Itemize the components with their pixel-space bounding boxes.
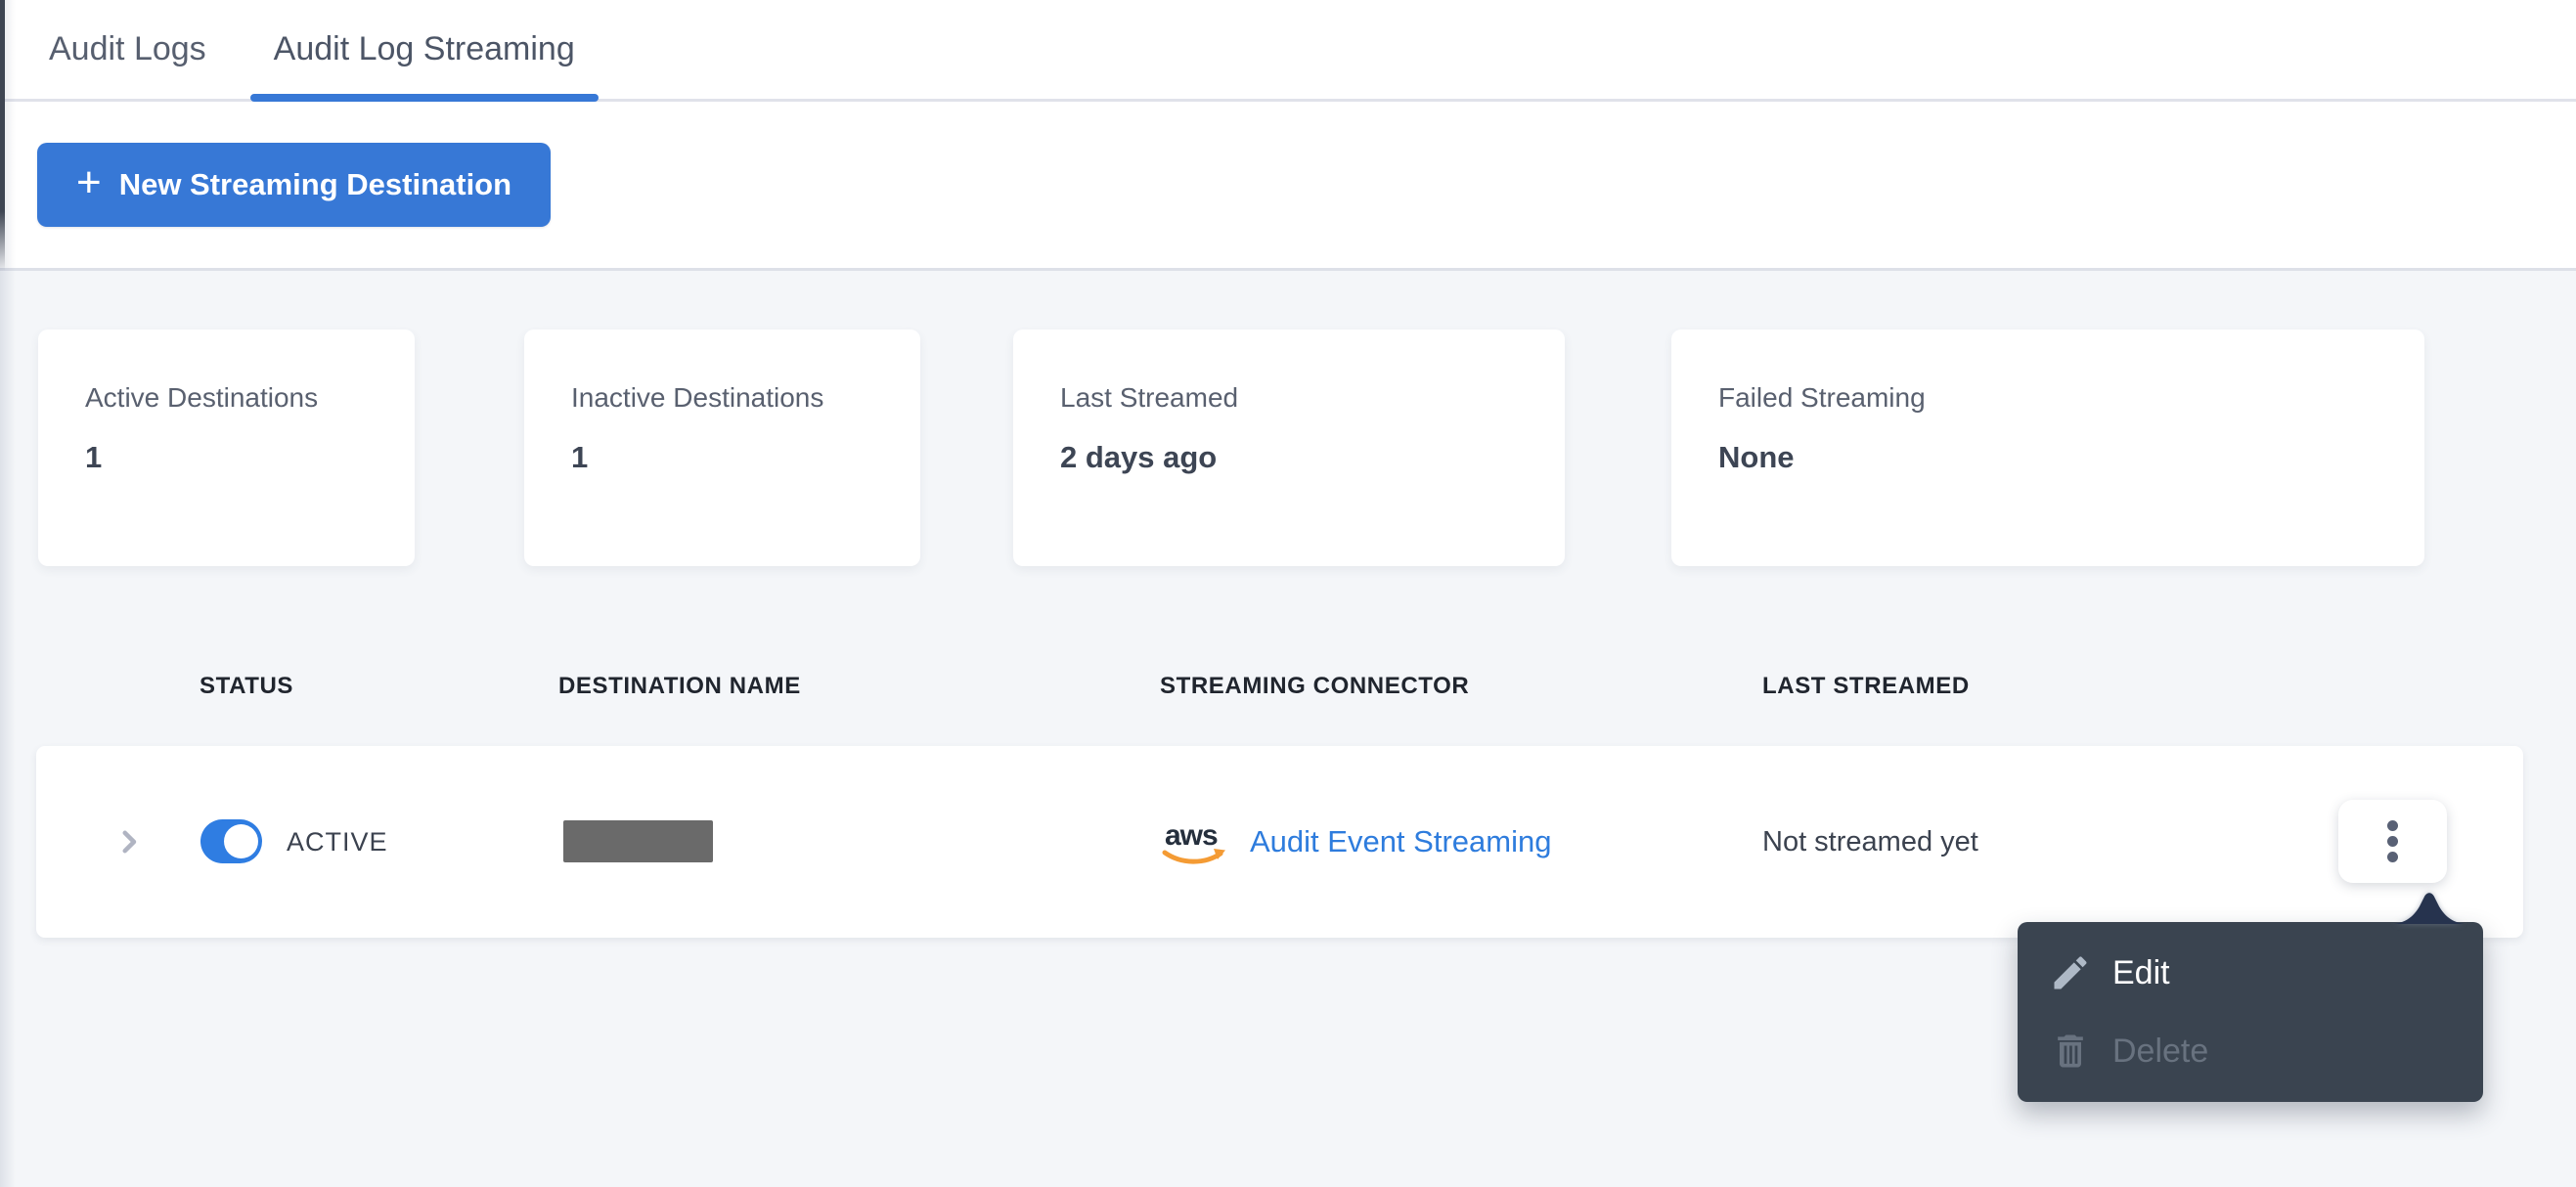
- context-menu-arrow: [2394, 893, 2465, 924]
- row-actions-context-menu: Edit Delete: [2018, 922, 2483, 1102]
- tab-bar: Audit Logs Audit Log Streaming: [0, 0, 2576, 102]
- audit-log-streaming-page: Audit Logs Audit Log Streaming + New Str…: [0, 0, 2576, 1187]
- active-tab-indicator: [249, 94, 599, 102]
- table-row: ACTIVE aws Audit Event Streaming Not str…: [36, 746, 2523, 938]
- last-streamed-value: Not streamed yet: [1762, 825, 1978, 857]
- stat-value: 1: [571, 440, 589, 474]
- actions-row: + New Streaming Destination: [0, 102, 2576, 271]
- aws-logo-icon: aws: [1162, 819, 1225, 864]
- status-toggle[interactable]: [200, 819, 262, 863]
- kebab-dot: [2387, 852, 2398, 862]
- stat-card-last-streamed: Last Streamed 2 days ago: [1013, 330, 1565, 566]
- kebab-dot: [2387, 820, 2398, 831]
- left-edge-dark-strip: [0, 0, 5, 271]
- stat-card-active-destinations: Active Destinations 1: [38, 330, 415, 566]
- status-label: ACTIVE: [287, 826, 388, 857]
- main-content: Active Destinations 1 Inactive Destinati…: [0, 271, 2576, 1187]
- stat-value: 2 days ago: [1060, 440, 1218, 474]
- menu-item-delete-label: Delete: [2112, 1032, 2209, 1070]
- menu-item-edit-label: Edit: [2112, 953, 2170, 991]
- audit-event-streaming-link[interactable]: Audit Event Streaming: [1250, 824, 1551, 859]
- aws-logo-text: aws: [1165, 819, 1218, 852]
- stat-card-inactive-destinations: Inactive Destinations 1: [524, 330, 920, 566]
- new-streaming-destination-label: New Streaming Destination: [118, 167, 512, 201]
- expand-row-chevron-icon[interactable]: [112, 825, 146, 858]
- column-header-status: STATUS: [200, 673, 294, 699]
- pencil-icon: [2054, 956, 2087, 989]
- column-header-streaming-connector: STREAMING CONNECTOR: [1160, 673, 1470, 699]
- menu-item-edit[interactable]: Edit: [2018, 934, 2483, 1012]
- stat-label: Last Streamed: [1060, 382, 1239, 413]
- tab-audit-logs-label: Audit Logs: [49, 30, 206, 67]
- menu-item-delete[interactable]: Delete: [2018, 1012, 2483, 1090]
- row-actions-kebab-button[interactable]: [2338, 800, 2447, 883]
- tab-audit-logs[interactable]: Audit Logs: [25, 0, 230, 99]
- stat-label: Active Destinations: [85, 382, 319, 413]
- stat-value: None: [1718, 440, 1795, 474]
- column-header-last-streamed: LAST STREAMED: [1762, 673, 1970, 699]
- stat-value: 1: [85, 440, 103, 474]
- kebab-dot: [2387, 836, 2398, 847]
- stat-label: Failed Streaming: [1718, 382, 1926, 413]
- toggle-knob: [224, 824, 258, 858]
- tab-audit-log-streaming[interactable]: Audit Log Streaming: [249, 0, 599, 102]
- destination-name-redacted: [563, 820, 713, 862]
- column-header-destination-name: DESTINATION NAME: [558, 673, 801, 699]
- streaming-connector-cell: aws Audit Event Streaming: [1162, 746, 1551, 938]
- stat-label: Inactive Destinations: [571, 382, 824, 413]
- new-streaming-destination-button[interactable]: + New Streaming Destination: [37, 143, 552, 227]
- trash-icon: [2058, 1034, 2083, 1068]
- tab-audit-log-streaming-label: Audit Log Streaming: [273, 30, 575, 67]
- plus-icon: +: [76, 157, 102, 206]
- stat-card-failed-streaming: Failed Streaming None: [1671, 330, 2424, 566]
